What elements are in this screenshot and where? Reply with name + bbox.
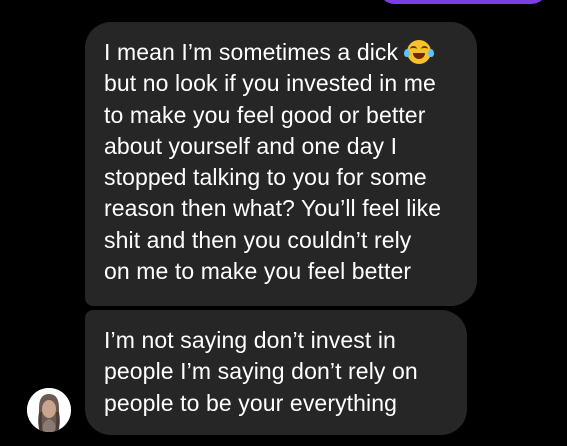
message-line: to make you feel good or better — [104, 101, 426, 128]
message-line: reason then what? You’ll feel like — [104, 195, 442, 222]
message-line: but no look if you invested in me — [104, 70, 436, 97]
face-with-tears-of-joy-icon — [403, 40, 434, 64]
message-line: stopped talking to you for some — [104, 164, 427, 191]
message-line: shit and then you couldn’t rely — [104, 226, 412, 253]
sent-message-bubble-edge[interactable] — [378, 0, 548, 4]
message-line: about yourself and one day I — [104, 132, 398, 159]
message-line: on me to make you feel better — [104, 258, 412, 285]
message-line: I mean I’m sometimes a dick — [104, 37, 461, 68]
avatar-photo-icon — [27, 388, 71, 432]
chat-thread: I mean I’m sometimes a dick but no look … — [0, 0, 567, 446]
sender-avatar[interactable] — [27, 388, 71, 432]
message-line: people to be your everything — [104, 389, 398, 416]
message-line: I’m not saying don’t invest in — [104, 327, 396, 353]
received-message-bubble[interactable]: I mean I’m sometimes a dick but no look … — [85, 22, 477, 306]
received-message-bubble[interactable]: I’m not saying don’t invest in people I’… — [85, 310, 467, 435]
message-line: people I’m saying don’t rely on — [104, 358, 418, 385]
